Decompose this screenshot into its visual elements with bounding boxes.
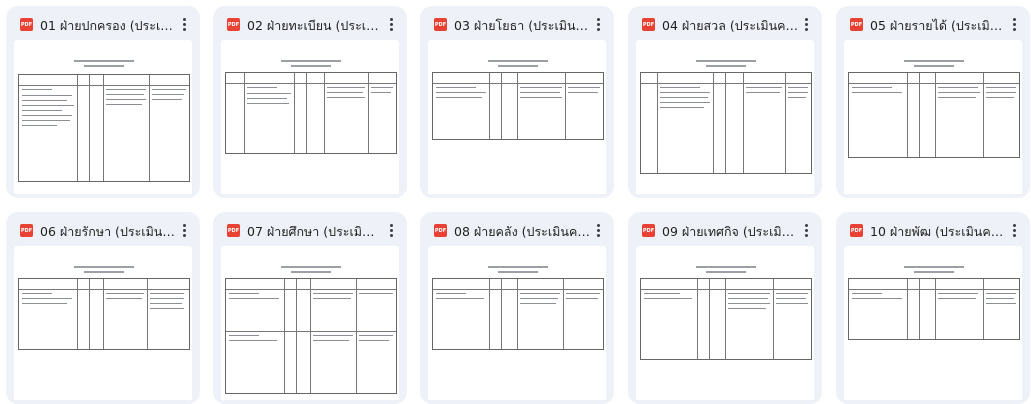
file-thumbnail[interactable] bbox=[221, 40, 399, 194]
pdf-file-icon: PDF bbox=[850, 224, 863, 237]
file-card-header: PDF 08 ฝ่ายคลัง (ประเมินความ... bbox=[420, 212, 614, 246]
pdf-file-icon: PDF bbox=[434, 224, 447, 237]
more-vert-icon[interactable] bbox=[798, 221, 814, 239]
file-thumbnail[interactable] bbox=[844, 246, 1022, 400]
pdf-file-icon: PDF bbox=[227, 18, 240, 31]
document-preview bbox=[636, 40, 814, 194]
pdf-file-icon: PDF bbox=[227, 224, 240, 237]
document-preview bbox=[14, 40, 192, 194]
pdf-file-icon: PDF bbox=[850, 18, 863, 31]
file-card[interactable]: PDF 01 ฝ่ายปกครอง (ประเมินค... bbox=[6, 6, 200, 198]
file-thumbnail[interactable] bbox=[636, 40, 814, 194]
file-thumbnail[interactable] bbox=[14, 40, 192, 194]
file-card-header: PDF 05 ฝ่ายรายได้ (ประเมินค... bbox=[836, 6, 1030, 40]
more-vert-icon[interactable] bbox=[590, 221, 606, 239]
file-thumbnail[interactable] bbox=[844, 40, 1022, 194]
file-thumbnail[interactable] bbox=[428, 40, 606, 194]
document-preview bbox=[428, 40, 606, 194]
document-preview bbox=[844, 40, 1022, 194]
document-preview bbox=[844, 246, 1022, 400]
document-preview bbox=[636, 246, 814, 400]
file-thumbnail[interactable] bbox=[428, 246, 606, 400]
pdf-file-icon: PDF bbox=[434, 18, 447, 31]
document-preview bbox=[221, 246, 399, 400]
file-card-header: PDF 10 ฝ่ายพัฒ (ประเมินความเ... bbox=[836, 212, 1030, 246]
file-card[interactable]: PDF 06 ฝ่ายรักษา (ประเมินควา... bbox=[6, 212, 200, 404]
file-name[interactable]: 10 ฝ่ายพัฒ (ประเมินความเ... bbox=[870, 222, 1006, 242]
document-preview bbox=[14, 246, 192, 400]
file-thumbnail[interactable] bbox=[221, 246, 399, 400]
file-thumbnail[interactable] bbox=[14, 246, 192, 400]
file-card-header: PDF 07 ฝ่ายศึกษา (ประเมินควา... bbox=[213, 212, 407, 246]
more-vert-icon[interactable] bbox=[1006, 15, 1022, 33]
file-card[interactable]: PDF 04 ฝ่ายสวล (ประเมินความ... bbox=[628, 6, 822, 198]
file-card-header: PDF 02 ฝ่ายทะเบียน (ประเมินค... bbox=[213, 6, 407, 40]
file-name[interactable]: 04 ฝ่ายสวล (ประเมินความ... bbox=[662, 16, 798, 36]
file-name[interactable]: 07 ฝ่ายศึกษา (ประเมินควา... bbox=[247, 222, 383, 242]
more-vert-icon[interactable] bbox=[798, 15, 814, 33]
pdf-file-icon: PDF bbox=[642, 18, 655, 31]
file-grid: PDF 01 ฝ่ายปกครอง (ประเมินค... bbox=[0, 0, 1031, 404]
file-name[interactable]: 08 ฝ่ายคลัง (ประเมินความ... bbox=[454, 222, 590, 242]
file-name[interactable]: 09 ฝ่ายเทศกิจ (ประเมินค... bbox=[662, 222, 798, 242]
pdf-file-icon: PDF bbox=[20, 224, 33, 237]
pdf-file-icon: PDF bbox=[642, 224, 655, 237]
file-name[interactable]: 06 ฝ่ายรักษา (ประเมินควา... bbox=[40, 222, 176, 242]
more-vert-icon[interactable] bbox=[176, 15, 192, 33]
more-vert-icon[interactable] bbox=[590, 15, 606, 33]
file-name[interactable]: 05 ฝ่ายรายได้ (ประเมินค... bbox=[870, 16, 1006, 36]
file-name[interactable]: 01 ฝ่ายปกครอง (ประเมินค... bbox=[40, 16, 176, 36]
file-card-header: PDF 06 ฝ่ายรักษา (ประเมินควา... bbox=[6, 212, 200, 246]
file-card-header: PDF 04 ฝ่ายสวล (ประเมินความ... bbox=[628, 6, 822, 40]
file-card[interactable]: PDF 10 ฝ่ายพัฒ (ประเมินความเ... bbox=[836, 212, 1030, 404]
file-thumbnail[interactable] bbox=[636, 246, 814, 400]
pdf-file-icon: PDF bbox=[20, 18, 33, 31]
more-vert-icon[interactable] bbox=[383, 221, 399, 239]
file-card[interactable]: PDF 05 ฝ่ายรายได้ (ประเมินค... bbox=[836, 6, 1030, 198]
more-vert-icon[interactable] bbox=[176, 221, 192, 239]
file-card[interactable]: PDF 02 ฝ่ายทะเบียน (ประเมินค... bbox=[213, 6, 407, 198]
document-preview bbox=[428, 246, 606, 400]
file-card-header: PDF 09 ฝ่ายเทศกิจ (ประเมินค... bbox=[628, 212, 822, 246]
file-name[interactable]: 02 ฝ่ายทะเบียน (ประเมินค... bbox=[247, 16, 383, 36]
document-preview bbox=[221, 40, 399, 194]
file-name[interactable]: 03 ฝ่ายโยธา (ประเมินควา... bbox=[454, 16, 590, 36]
file-card[interactable]: PDF 03 ฝ่ายโยธา (ประเมินควา... bbox=[420, 6, 614, 198]
file-card[interactable]: PDF 07 ฝ่ายศึกษา (ประเมินควา... bbox=[213, 212, 407, 404]
file-card-header: PDF 01 ฝ่ายปกครอง (ประเมินค... bbox=[6, 6, 200, 40]
file-card[interactable]: PDF 09 ฝ่ายเทศกิจ (ประเมินค... bbox=[628, 212, 822, 404]
more-vert-icon[interactable] bbox=[383, 15, 399, 33]
more-vert-icon[interactable] bbox=[1006, 221, 1022, 239]
file-card-header: PDF 03 ฝ่ายโยธา (ประเมินควา... bbox=[420, 6, 614, 40]
file-card[interactable]: PDF 08 ฝ่ายคลัง (ประเมินความ... bbox=[420, 212, 614, 404]
